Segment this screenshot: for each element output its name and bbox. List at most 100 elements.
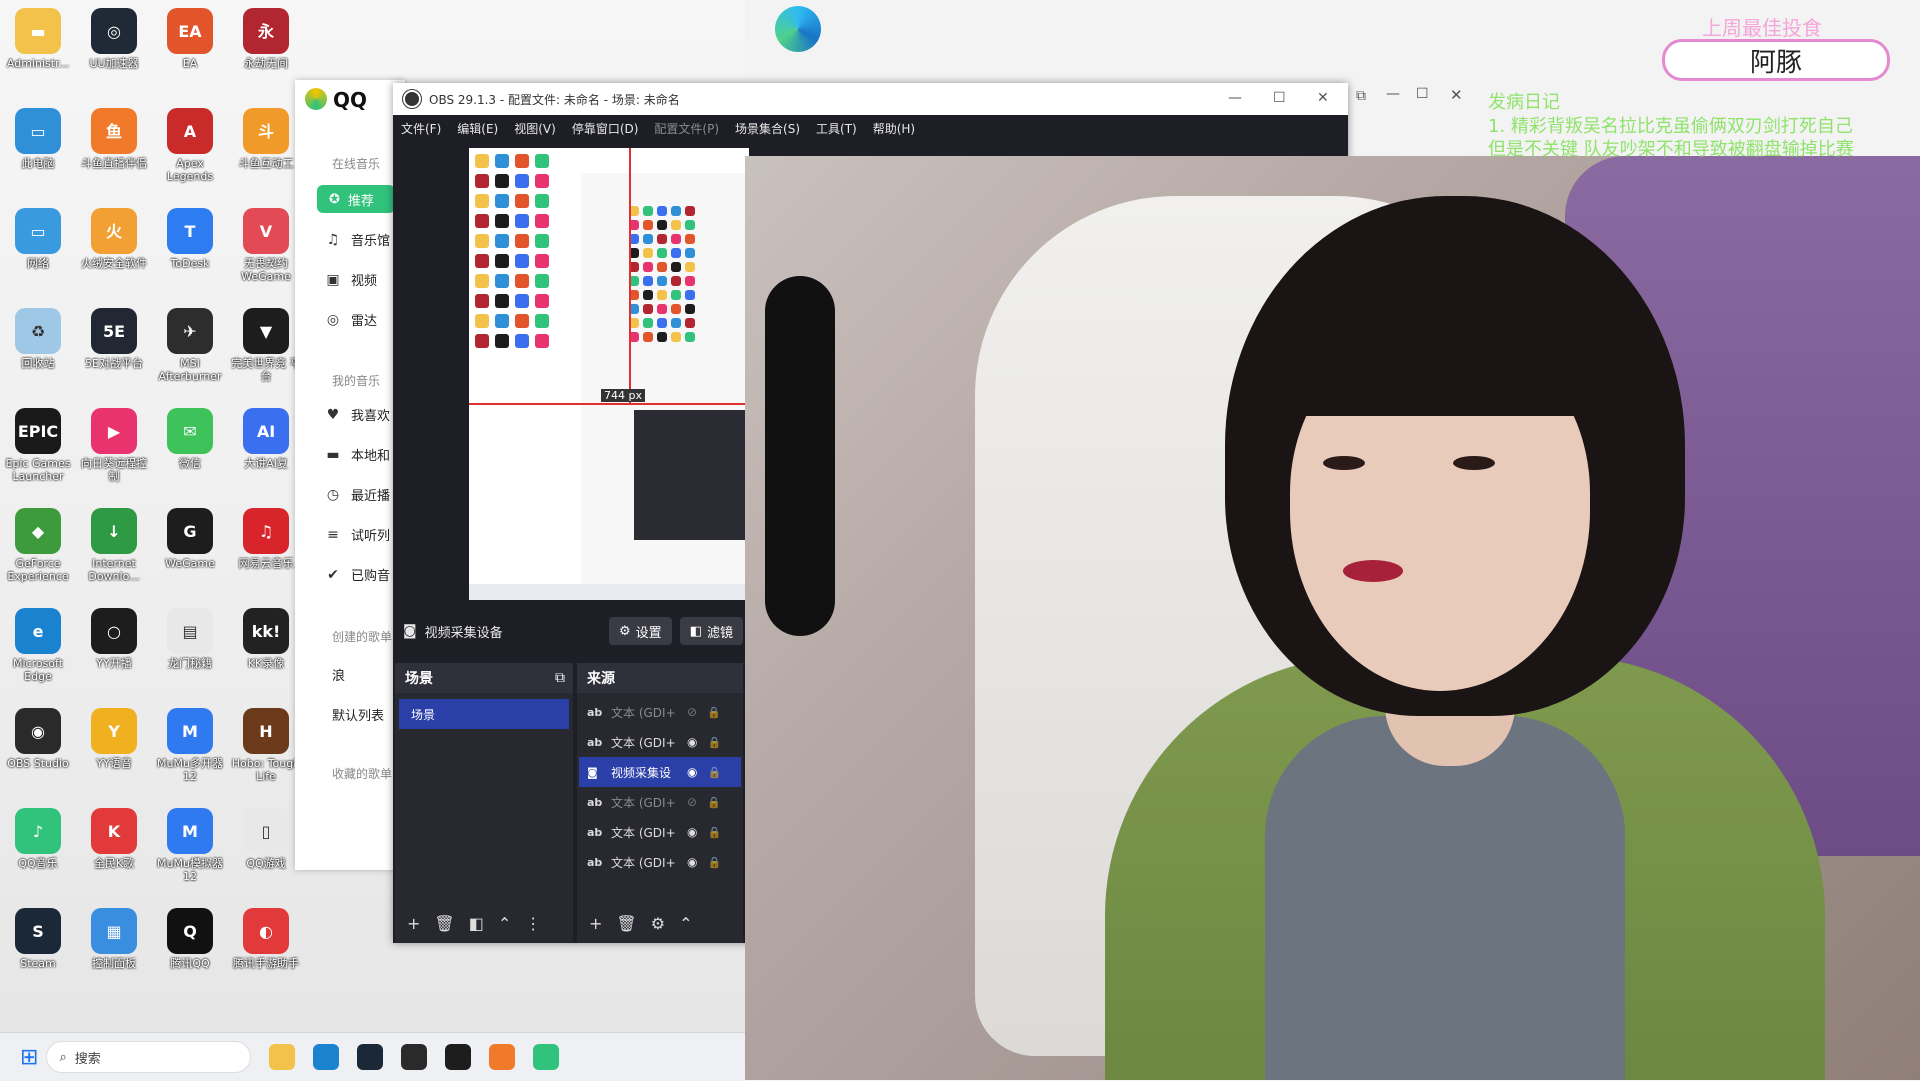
menu-item[interactable]: 文件(F) <box>401 120 441 137</box>
eye-icon[interactable]: ◉ <box>687 855 697 869</box>
nav-recent[interactable]: ◷ 最近播 <box>325 485 390 505</box>
desktop-icon[interactable]: ▶ 向日葵远程控制 <box>76 408 152 483</box>
obs-preview-canvas[interactable]: 744 px <box>469 148 749 600</box>
desktop-icon[interactable]: ◐ 腾讯手游助手 <box>228 908 304 970</box>
obs-titlebar[interactable]: OBS 29.1.3 - 配置文件: 未命名 - 场景: 未命名 — ☐ ✕ <box>393 83 1348 115</box>
windows-start-icon[interactable]: ⊞ <box>20 1045 38 1070</box>
close-icon[interactable]: ✕ <box>1450 86 1463 104</box>
steam-icon[interactable] <box>357 1044 384 1070</box>
douyu-icon[interactable] <box>489 1044 516 1070</box>
chevron-up-icon[interactable]: ⌃ <box>498 914 511 933</box>
desktop-icon[interactable]: Y YY语音 <box>76 708 152 770</box>
qq-music-icon[interactable] <box>533 1044 560 1070</box>
desktop-icon[interactable]: ◉ OBS Studio <box>0 708 76 770</box>
desktop-icon[interactable]: G WeGame <box>152 508 228 570</box>
nav-trial-list[interactable]: ≡ 试听列 <box>325 525 390 545</box>
menu-item[interactable]: 工具(T) <box>816 120 857 137</box>
desktop-icon[interactable]: EPIC Epic Games Launcher <box>0 408 76 483</box>
minimize-icon[interactable]: — <box>1386 86 1400 102</box>
lock-icon[interactable]: 🔒 <box>707 826 721 839</box>
desktop-icon[interactable]: ♫ 网易云音乐 <box>228 508 304 570</box>
eye-icon[interactable]: ◉ <box>687 735 697 749</box>
desktop-icon[interactable]: 斗斗鱼互动工 <box>228 108 304 170</box>
taskbar-search[interactable]: ⌕ 搜索 <box>46 1041 252 1073</box>
menu-item[interactable]: 编辑(E) <box>457 120 498 137</box>
desktop-icon[interactable]: ◎ UU加速器 <box>76 8 152 70</box>
eye-icon[interactable]: ◉ <box>687 825 697 839</box>
nav-local[interactable]: ▬ 本地和 <box>325 445 390 465</box>
desktop-icon[interactable]: ▦ 控制面板 <box>76 908 152 970</box>
nav-purchased[interactable]: ✔ 已购音 <box>325 565 390 585</box>
desktop-icon[interactable]: kk! KK录像 <box>228 608 304 670</box>
menu-item[interactable]: 停靠窗口(D) <box>572 120 639 137</box>
restore-icon[interactable]: ⧉ <box>1356 88 1366 104</box>
desktop-icon[interactable]: H Hobo: Tough Life <box>228 708 304 783</box>
desktop-icon[interactable]: ○ YY开播 <box>76 608 152 670</box>
filter-icon[interactable]: ◧ <box>469 914 484 933</box>
menu-item[interactable]: 场景集合(S) <box>735 120 800 137</box>
desktop-icon[interactable]: M MuMu模拟器12 <box>152 808 228 883</box>
nav-radar[interactable]: ◎ 雷达 <box>325 310 377 330</box>
desktop-icon[interactable]: ◆ GeForce Experience <box>0 508 76 583</box>
desktop-icon[interactable]: 5E 5E对战平台 <box>76 308 152 370</box>
lock-icon[interactable]: 🔒 <box>707 796 721 809</box>
eye-off-icon[interactable]: ⊘ <box>687 795 697 809</box>
playlist-item[interactable]: 默认列表 <box>332 705 384 724</box>
desktop-icon[interactable]: ♻ 回收站 <box>0 308 76 370</box>
maximize-icon[interactable]: ☐ <box>1416 86 1429 102</box>
close-icon[interactable]: ✕ <box>1317 90 1329 106</box>
settings-button[interactable]: ⚙ 设置 <box>609 617 672 645</box>
menu-item[interactable]: 帮助(H) <box>873 120 915 137</box>
desktop-icon[interactable]: T ToDesk <box>152 208 228 270</box>
desktop-icon[interactable]: V 无畏契约 WeGame <box>228 208 304 283</box>
desktop-icon[interactable]: 永永劫无间 <box>228 8 304 70</box>
source-item[interactable]: ab 文本 (GDI+ ⊘ 🔒 <box>579 697 741 727</box>
desktop-icon[interactable]: ▼ 完美世界竞 平台 <box>228 308 304 383</box>
desktop-icon[interactable]: K 全民K歌 <box>76 808 152 870</box>
desktop-icon[interactable]: ▭ 网络 <box>0 208 76 270</box>
source-item[interactable]: ab 文本 (GDI+ ⊘ 🔒 <box>579 787 741 817</box>
eye-icon[interactable]: ◉ <box>687 765 697 779</box>
desktop-icon[interactable]: 火火绒安全软件 <box>76 208 152 270</box>
desktop-icon[interactable]: 鱼斗鱼直播伴侣 <box>76 108 152 170</box>
source-item[interactable]: ab 文本 (GDI+ ◉ 🔒 <box>579 847 741 877</box>
desktop-icon[interactable]: e Microsoft Edge <box>0 608 76 683</box>
source-item[interactable]: ab 文本 (GDI+ ◉ 🔒 <box>579 727 741 757</box>
desktop-icon[interactable]: ♪ QQ音乐 <box>0 808 76 870</box>
add-icon[interactable]: + <box>407 914 420 933</box>
desktop-icon[interactable]: ✈ MSI Afterburner <box>152 308 228 383</box>
trash-icon[interactable]: 🗑 <box>434 914 454 933</box>
yy-icon[interactable] <box>445 1044 472 1070</box>
desktop-icon[interactable]: ▬ Administr... <box>0 8 76 70</box>
edge-icon[interactable] <box>313 1044 340 1070</box>
desktop-icon[interactable]: ▭ 此电脑 <box>0 108 76 170</box>
lock-icon[interactable]: 🔒 <box>707 736 721 749</box>
obs-icon[interactable] <box>401 1044 428 1070</box>
eye-off-icon[interactable]: ⊘ <box>687 705 697 719</box>
scene-item-selected[interactable]: 场景 <box>399 699 569 729</box>
nav-video[interactable]: ▣ 视频 <box>325 270 377 290</box>
desktop-icon[interactable]: EA EA <box>152 8 228 70</box>
desktop-icon[interactable]: Q 腾讯QQ <box>152 908 228 970</box>
nav-liked[interactable]: ♥ 我喜欢 <box>325 405 390 425</box>
nav-music-hall[interactable]: ♫ 音乐馆 <box>325 230 390 250</box>
menu-item[interactable]: 配置文件(P) <box>654 120 719 137</box>
source-item[interactable]: ab 文本 (GDI+ ◉ 🔒 <box>579 817 741 847</box>
filters-button[interactable]: ◧ 滤镜 <box>679 617 743 645</box>
source-item[interactable]: ◙ 视频采集设 ◉ 🔒 <box>579 757 741 787</box>
lock-icon[interactable]: 🔒 <box>707 706 721 719</box>
gear-icon[interactable]: ⚙ <box>651 914 665 933</box>
edge-floating-icon[interactable] <box>775 6 821 52</box>
add-icon[interactable]: + <box>589 914 602 933</box>
chevron-up-icon[interactable]: ⌃ <box>679 914 692 933</box>
trash-icon[interactable]: 🗑 <box>616 914 636 933</box>
nav-recommend[interactable]: ✪ 推荐 <box>317 185 395 213</box>
minimize-icon[interactable]: — <box>1228 90 1242 106</box>
lock-icon[interactable]: 🔒 <box>707 856 721 869</box>
desktop-icon[interactable]: ✉ 微信 <box>152 408 228 470</box>
file-explorer-icon[interactable] <box>269 1044 296 1070</box>
desktop-icon[interactable]: AI 大讲AI复 <box>228 408 304 470</box>
lock-icon[interactable]: 🔒 <box>707 766 721 779</box>
desktop-icon[interactable]: ▯ QQ游戏 <box>228 808 304 870</box>
undock-icon[interactable]: ⧉ <box>555 670 565 686</box>
